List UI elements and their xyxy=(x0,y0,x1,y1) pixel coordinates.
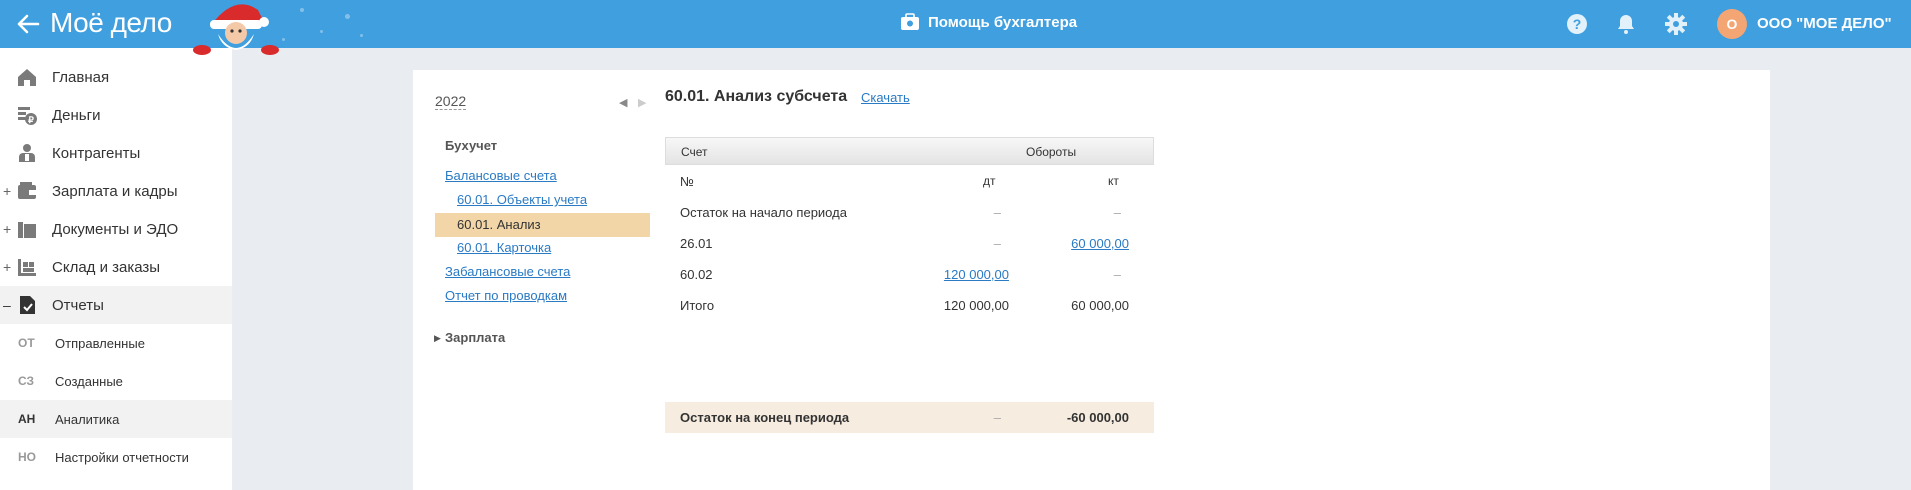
sidebar-subitem-created[interactable]: СЗ Созданные xyxy=(0,362,232,400)
help-center-label: Помощь бухгалтера xyxy=(928,13,1078,31)
sidebar-item-documents[interactable]: + Документы и ЭДО xyxy=(0,210,232,248)
row-name: Остаток на начало периода xyxy=(680,205,847,220)
svg-text:?: ? xyxy=(1573,16,1582,32)
subitem-label: Созданные xyxy=(55,373,123,389)
row-name: Итого xyxy=(680,298,715,313)
sidebar-item-label: Деньги xyxy=(52,106,101,124)
total-name: Остаток на конец периода xyxy=(680,410,850,425)
caret-right-icon[interactable]: ▶ xyxy=(434,333,441,344)
sidebar-item-label: Главная xyxy=(52,68,110,86)
total-credit: -60 000,00 xyxy=(1066,410,1129,425)
sidebar-subitem-sent[interactable]: ОТ Отправленные xyxy=(0,324,232,362)
expand-toggle[interactable]: + xyxy=(3,221,11,237)
table-header: Счет Обороты xyxy=(665,137,1154,165)
help-center-link[interactable]: Помощь бухгалтера xyxy=(900,13,1077,31)
sidebar-item-reports[interactable]: – Отчеты xyxy=(0,286,232,324)
company-name[interactable]: ООО "МОЕ ДЕЛО" xyxy=(1757,15,1892,32)
tree-section-salary[interactable]: Зарплата xyxy=(445,330,505,345)
svg-text:₽: ₽ xyxy=(28,115,34,125)
col-number: № xyxy=(680,174,694,189)
col-turnover: Обороты xyxy=(1026,145,1077,159)
sidebar-subitem-analytics[interactable]: АН Аналитика xyxy=(0,400,232,438)
tree-link-objects[interactable]: 60.01. Объекты учета xyxy=(457,192,587,207)
sidebar-item-warehouse[interactable]: + Склад и заказы xyxy=(0,248,232,286)
settings-gear-icon[interactable] xyxy=(1664,12,1688,36)
subitem-label: Отправленные xyxy=(55,335,145,351)
money-icon: ₽ xyxy=(18,107,37,125)
subitem-label: Аналитика xyxy=(55,411,120,427)
col-account: Счет xyxy=(681,145,708,159)
table-total-row: Остаток на конец периода – -60 000,00 xyxy=(665,402,1154,433)
sidebar-subitem-report-settings[interactable]: НО Настройки отчетности xyxy=(0,438,232,476)
subitem-abbr: НО xyxy=(18,450,36,464)
sidebar-item-money[interactable]: ₽ Деньги xyxy=(0,96,232,134)
row-credit: 60 000,00 xyxy=(1071,298,1129,313)
next-year-icon[interactable]: ▶ xyxy=(638,96,646,109)
help-icon[interactable]: ? xyxy=(1565,12,1589,36)
tree-link-balance-accounts[interactable]: Балансовые счета xyxy=(445,168,557,183)
col-debit: дт xyxy=(983,174,996,188)
notifications-bell-icon[interactable] xyxy=(1614,12,1638,36)
subitem-abbr: СЗ xyxy=(18,374,35,388)
expand-toggle[interactable]: + xyxy=(3,259,11,275)
wallet-icon xyxy=(18,182,36,199)
tree-item-label: 60.01. Анализ xyxy=(457,217,541,232)
sidebar: Главная ₽ Деньги Контрагенты + Зарплата … xyxy=(0,48,232,490)
row-name: 60.02 xyxy=(680,267,713,282)
tree-item-analysis-active[interactable]: 60.01. Анализ xyxy=(435,213,650,237)
contractor-icon xyxy=(19,144,35,162)
tree-section-accounting: Бухучет xyxy=(445,138,498,153)
sidebar-item-label: Отчеты xyxy=(52,296,104,314)
tree-link-offbalance[interactable]: Забалансовые счета xyxy=(445,264,570,279)
download-link[interactable]: Скачать xyxy=(861,90,910,105)
row-debit: 120 000,00 xyxy=(943,298,1009,313)
sidebar-item-contractors[interactable]: Контрагенты xyxy=(0,134,232,172)
report-title: 60.01. Анализ субсчета xyxy=(665,88,848,105)
row-credit: – xyxy=(1113,205,1121,220)
report-panel: 2022 ◀ ▶ Бухучет Балансовые счета 60.01.… xyxy=(413,70,1770,490)
subitem-abbr: АН xyxy=(18,412,36,426)
sidebar-item-label: Документы и ЭДО xyxy=(52,220,179,238)
subitem-abbr: ОТ xyxy=(18,336,35,350)
row-name: 26.01 xyxy=(680,236,713,251)
tree-link-postings-report[interactable]: Отчет по проводкам xyxy=(445,288,567,303)
tree-link-card[interactable]: 60.01. Карточка xyxy=(457,240,551,255)
santa-decoration-icon xyxy=(193,4,279,55)
help-center-icon xyxy=(901,13,919,30)
row-credit: – xyxy=(1113,267,1121,282)
logo[interactable]: Моё дело xyxy=(50,7,172,39)
folder-icon xyxy=(18,222,36,238)
company-avatar[interactable]: О xyxy=(1717,9,1747,39)
sidebar-item-label: Контрагенты xyxy=(52,144,141,162)
row-credit-link[interactable]: 60 000,00 xyxy=(1071,236,1129,251)
warehouse-icon xyxy=(18,259,36,276)
expand-toggle[interactable]: + xyxy=(3,183,11,199)
report-icon xyxy=(20,296,35,314)
col-credit: кт xyxy=(1108,174,1119,188)
collapse-toggle[interactable]: – xyxy=(3,297,11,313)
sidebar-item-salary[interactable]: + Зарплата и кадры xyxy=(0,172,232,210)
sidebar-item-label: Зарплата и кадры xyxy=(52,182,178,200)
home-icon xyxy=(18,69,36,86)
back-arrow-icon[interactable] xyxy=(14,10,42,38)
top-header: Моё дело Помощь бухгалтера ? О ООО "МОЕ … xyxy=(0,0,1911,55)
subitem-label: Настройки отчетности xyxy=(55,449,189,465)
row-debit: – xyxy=(993,205,1001,220)
total-debit: – xyxy=(993,410,1001,425)
sidebar-item-home[interactable]: Главная xyxy=(0,58,232,96)
row-debit-link[interactable]: 120 000,00 xyxy=(944,267,1009,282)
row-debit: – xyxy=(993,236,1001,251)
sidebar-item-label: Склад и заказы xyxy=(52,258,161,276)
prev-year-icon[interactable]: ◀ xyxy=(619,96,627,109)
year-selector[interactable]: 2022 xyxy=(435,94,467,110)
